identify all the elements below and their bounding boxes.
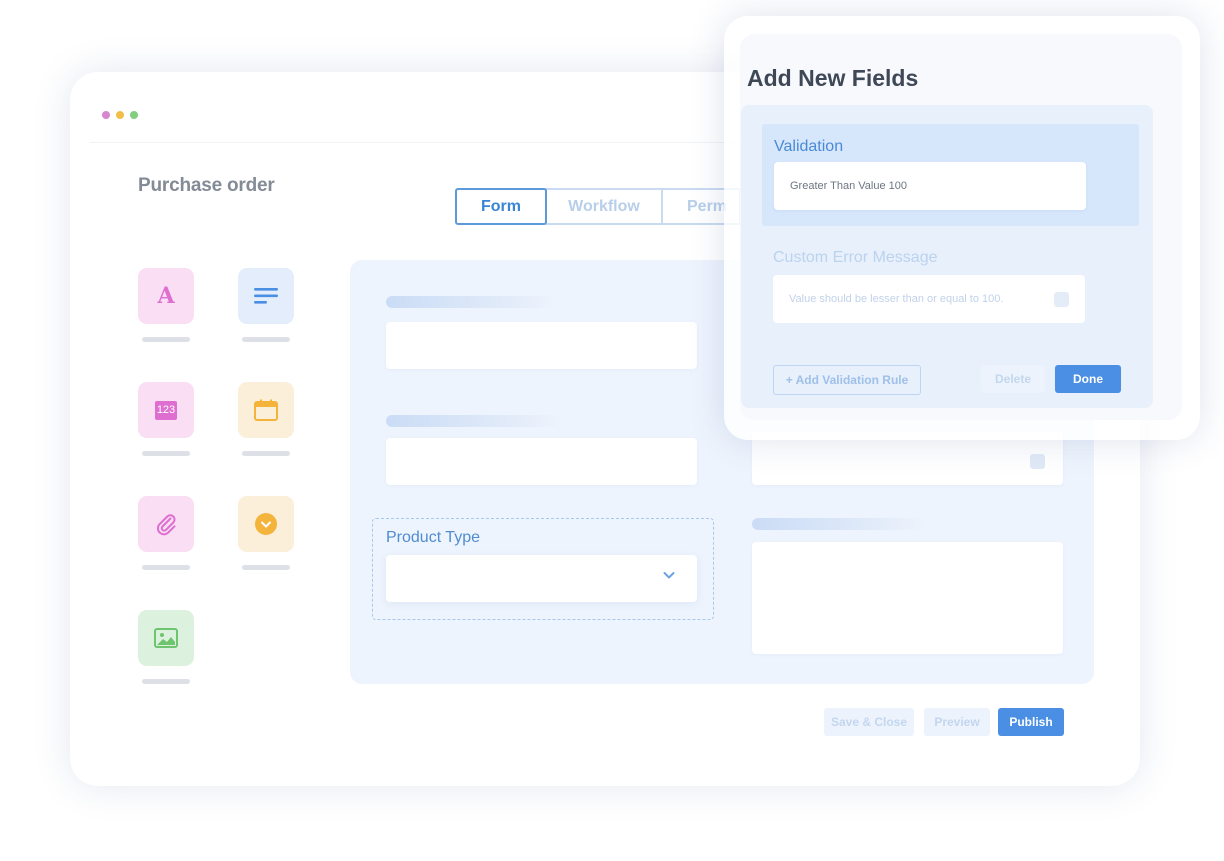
product-type-field[interactable]: Product Type (372, 518, 714, 620)
form-input-2[interactable] (386, 438, 697, 485)
custom-error-text: Value should be lesser than or equal to … (789, 293, 1004, 305)
panel-title: Add New Fields (747, 65, 919, 91)
palette-label-placeholder (242, 565, 290, 570)
tab-bar: Form Workflow Perm (455, 188, 741, 225)
palette-number-field[interactable]: 123 (138, 382, 194, 456)
window-dot-yellow[interactable] (116, 111, 124, 119)
save-close-button[interactable]: Save & Close (824, 708, 914, 736)
page-title: Purchase order (138, 175, 275, 196)
panel-body: Validation Greater Than Value 100 Custom… (741, 105, 1153, 408)
palette-label-placeholder (142, 337, 190, 342)
attachment-icon (157, 514, 176, 536)
window-dot-pink[interactable] (102, 111, 110, 119)
palette-date-field[interactable] (238, 382, 294, 456)
palette-dropdown-field[interactable] (238, 496, 294, 570)
checkbox[interactable] (1030, 454, 1045, 469)
palette-label-placeholder (142, 451, 190, 456)
palette-image-field[interactable] (138, 610, 194, 684)
paragraph-icon (254, 288, 278, 304)
delete-button[interactable]: Delete (981, 365, 1045, 393)
add-validation-rule-button[interactable]: + Add Validation Rule (773, 365, 921, 395)
preview-button[interactable]: Preview (924, 708, 990, 736)
error-checkbox[interactable] (1054, 292, 1069, 307)
palette-label-placeholder (242, 451, 290, 456)
text-field-icon: A (157, 283, 175, 309)
dropdown-icon (255, 513, 277, 535)
tab-form[interactable]: Form (455, 188, 547, 225)
tab-workflow[interactable]: Workflow (545, 188, 663, 225)
validation-row: Validation Greater Than Value 100 (762, 124, 1139, 226)
field-label-placeholder (386, 415, 562, 427)
done-button[interactable]: Done (1055, 365, 1121, 393)
calendar-icon (254, 399, 278, 421)
chevron-down-icon (663, 572, 675, 579)
form-input-1[interactable] (386, 322, 697, 369)
window-dot-green[interactable] (130, 111, 138, 119)
product-type-select[interactable] (386, 555, 697, 602)
palette-label-placeholder (242, 337, 290, 342)
number-field-icon: 123 (154, 400, 178, 420)
image-icon (154, 628, 178, 648)
custom-error-label: Custom Error Message (773, 249, 938, 266)
validation-input[interactable]: Greater Than Value 100 (774, 162, 1086, 210)
custom-error-input[interactable]: Value should be lesser than or equal to … (773, 275, 1085, 323)
palette-text-field[interactable]: A (138, 268, 194, 342)
add-new-fields-panel: Add New Fields Validation Greater Than V… (724, 16, 1200, 440)
palette-paragraph-field[interactable] (238, 268, 294, 342)
form-textarea[interactable] (752, 542, 1063, 654)
palette-label-placeholder (142, 679, 190, 684)
palette-attachment-field[interactable] (138, 496, 194, 570)
product-type-label: Product Type (386, 529, 480, 546)
field-label-placeholder (386, 296, 556, 308)
palette-label-placeholder (142, 565, 190, 570)
field-label-placeholder (752, 518, 928, 530)
publish-button[interactable]: Publish (998, 708, 1064, 736)
validation-label: Validation (774, 138, 844, 155)
